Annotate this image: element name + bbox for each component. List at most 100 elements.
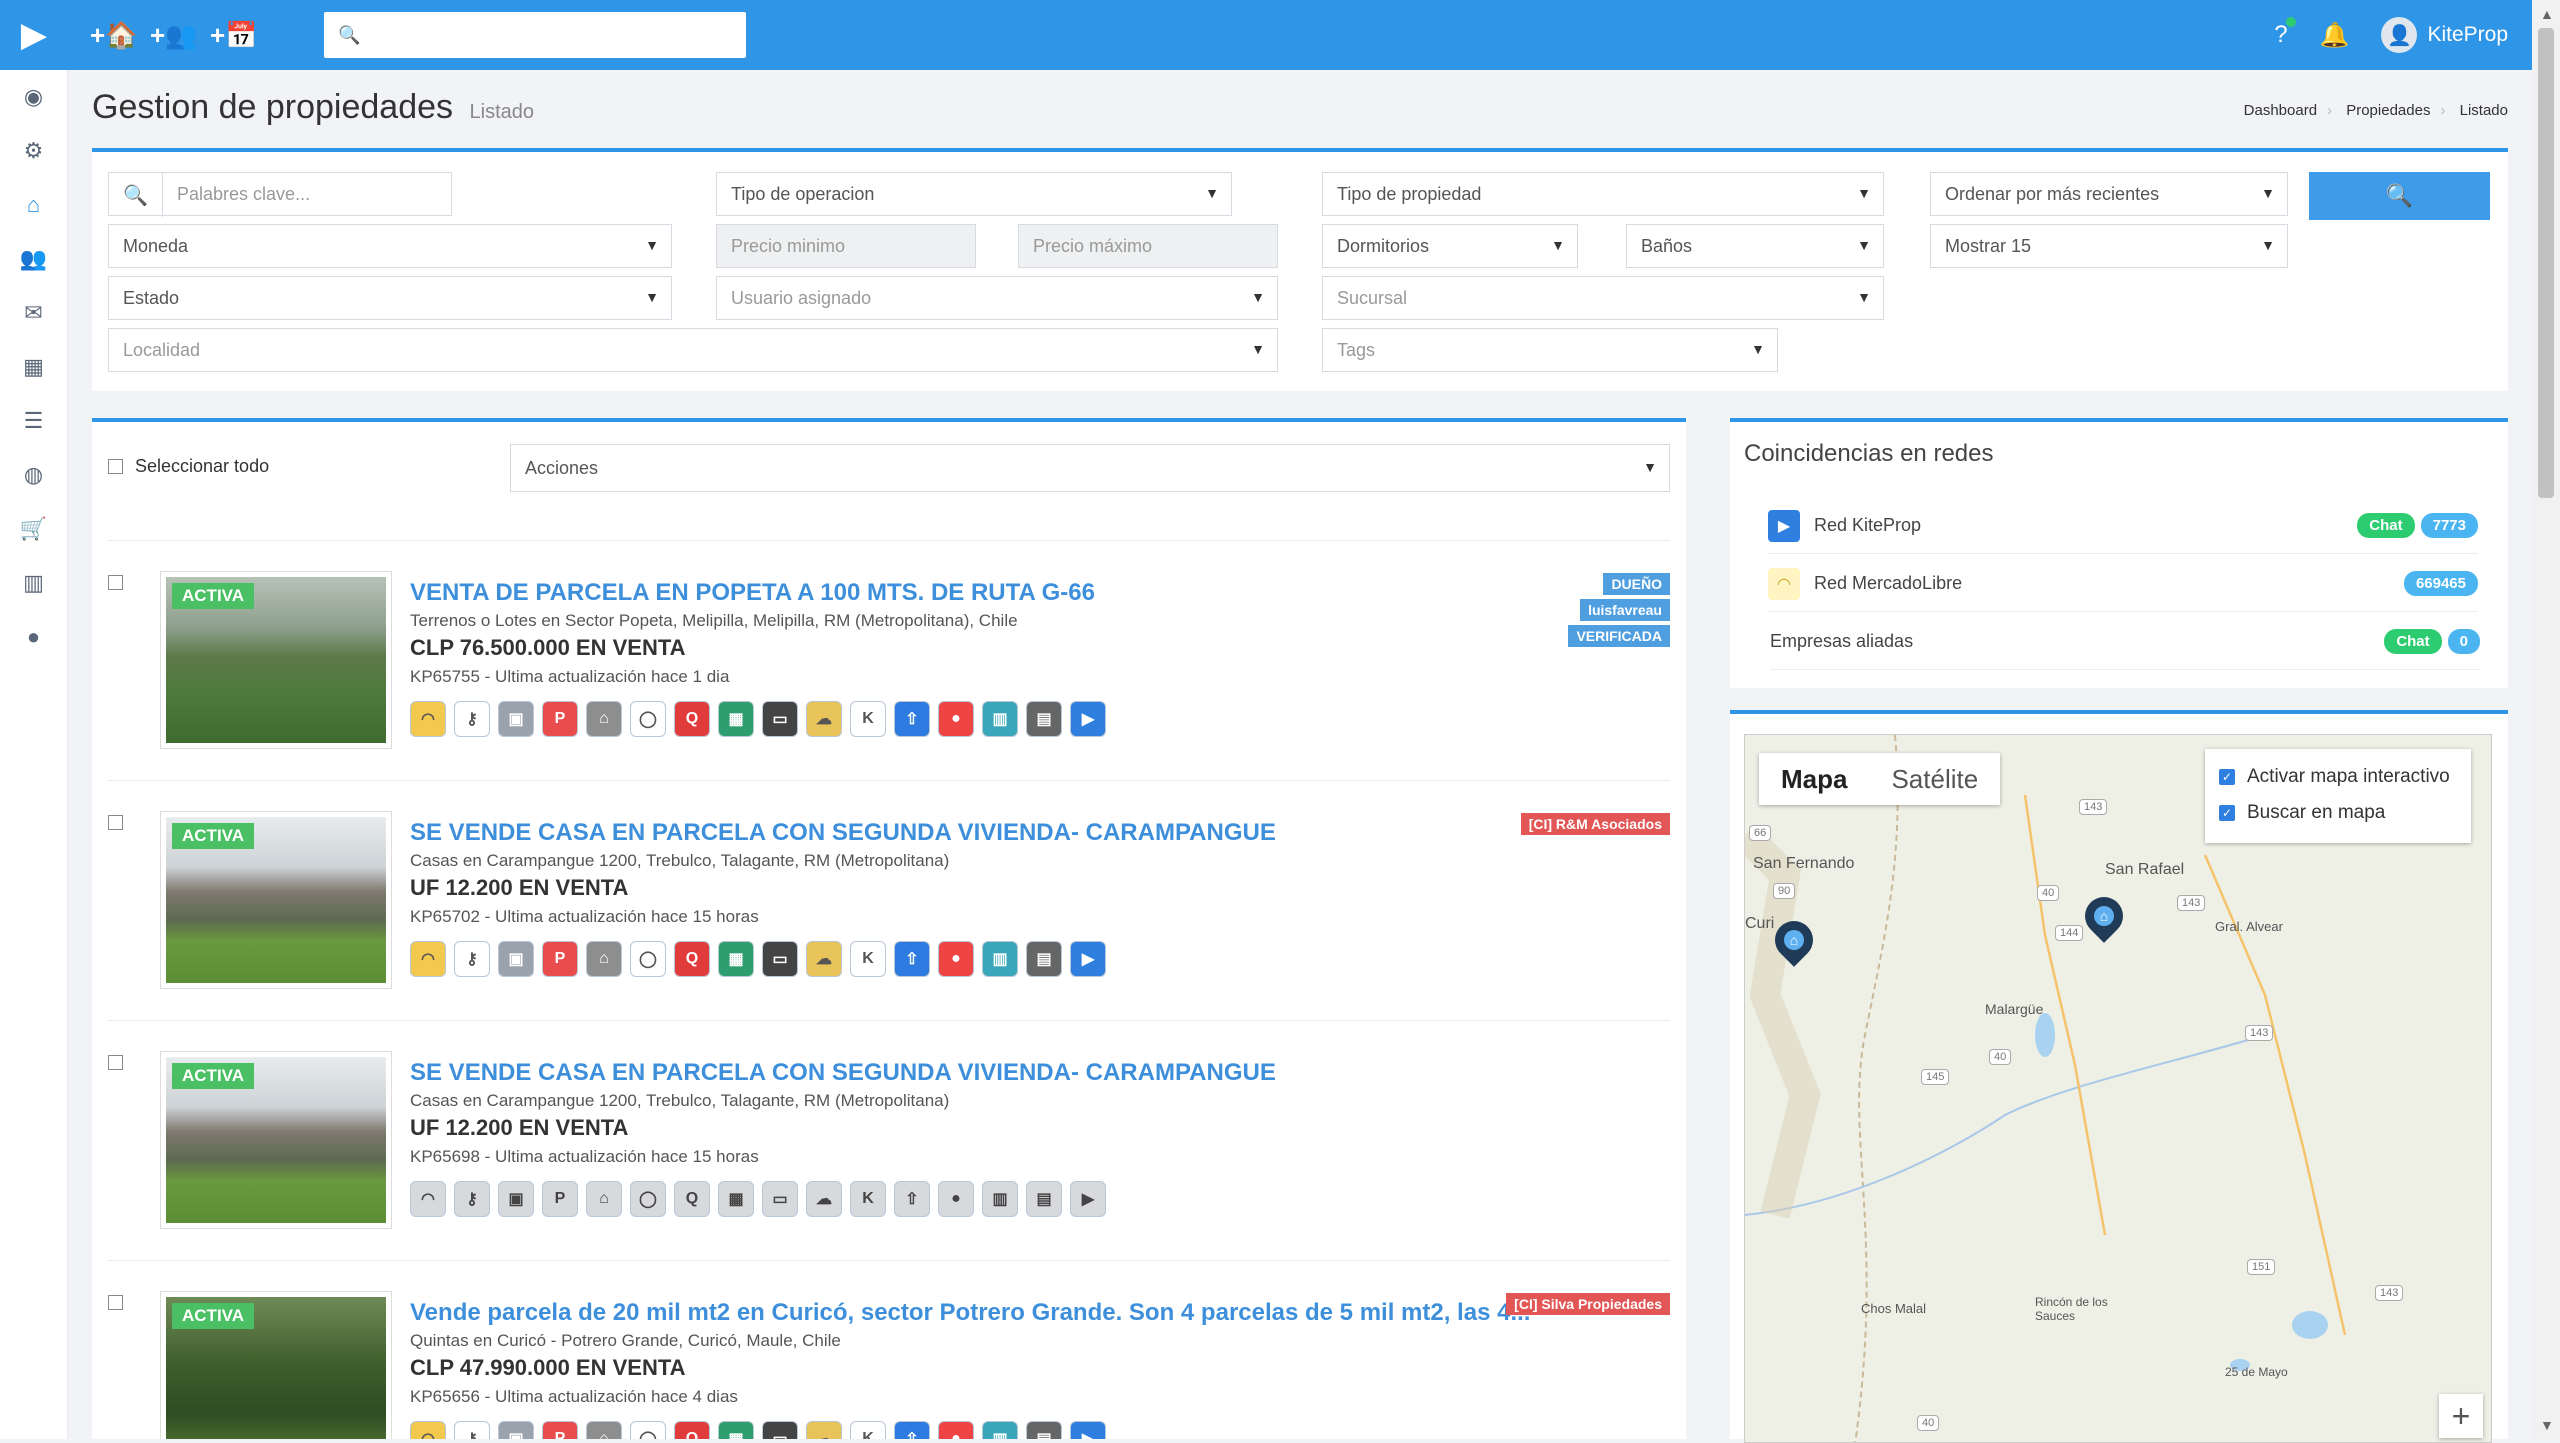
house-portal-icon[interactable]: ⌂: [586, 1181, 622, 1217]
k-icon[interactable]: K: [850, 1421, 886, 1439]
network-row-empresas[interactable]: Empresas aliadas Chat 0: [1770, 614, 2480, 670]
user-name[interactable]: KiteProp: [2427, 23, 2508, 47]
select-all[interactable]: Seleccionar todo: [108, 456, 269, 477]
zoom-in-button[interactable]: +: [2439, 1394, 2483, 1438]
operation-type-select[interactable]: Tipo de operacion ▼: [716, 172, 1232, 216]
building-portal-icon[interactable]: ▥: [982, 1181, 1018, 1217]
q-icon[interactable]: Q: [674, 1421, 710, 1439]
check-icon[interactable]: ✓: [2219, 769, 2235, 785]
p-icon[interactable]: P: [542, 1421, 578, 1439]
key-icon[interactable]: ⚷: [454, 1421, 490, 1439]
page-size-select[interactable]: Mostrar 15 ▼: [1930, 224, 2288, 268]
k-icon[interactable]: K: [850, 941, 886, 977]
search-in-map-toggle[interactable]: ✓ Buscar en mapa: [2219, 795, 2457, 831]
dialog-icon[interactable]: ▤: [1026, 701, 1062, 737]
settings-icon[interactable]: ⚙: [0, 124, 67, 178]
cart-icon[interactable]: 🛒: [0, 502, 67, 556]
p-icon[interactable]: P: [542, 1181, 578, 1217]
tv-icon[interactable]: ▭: [762, 1421, 798, 1439]
globe-icon[interactable]: ◍: [0, 448, 67, 502]
circle-portal-icon[interactable]: ◯: [630, 1181, 666, 1217]
property-type-select[interactable]: Tipo de propiedad ▼: [1322, 172, 1884, 216]
tv-icon[interactable]: ▭: [762, 701, 798, 737]
grid-portal-icon[interactable]: ▦: [718, 701, 754, 737]
building-portal-icon[interactable]: ▥: [982, 941, 1018, 977]
key-icon[interactable]: ⚷: [454, 701, 490, 737]
grid-portal-icon[interactable]: ▦: [718, 1421, 754, 1439]
kiteprop-portal-icon[interactable]: ▶: [1070, 941, 1106, 977]
chat-badge[interactable]: Chat: [2357, 513, 2415, 538]
interactive-map-toggle[interactable]: ✓ Activar mapa interactivo: [2219, 759, 2457, 795]
search-button[interactable]: 🔍: [2309, 172, 2490, 220]
sort-select[interactable]: Ordenar por más recientes ▼: [1930, 172, 2288, 216]
home-icon[interactable]: ⌂: [0, 178, 67, 232]
tv-icon[interactable]: ▭: [762, 941, 798, 977]
user-avatar[interactable]: 👤: [2381, 17, 2418, 53]
circle-portal-icon[interactable]: ◯: [630, 1421, 666, 1439]
notifications-bell-icon[interactable]: 🔔: [2320, 21, 2350, 50]
arrow-up-portal-icon[interactable]: ⇧: [894, 1421, 930, 1439]
add-contact-button[interactable]: +👥: [150, 20, 198, 51]
property-title-link[interactable]: SE VENDE CASA EN PARCELA CON SEGUNDA VIV…: [410, 819, 1276, 847]
global-search-input[interactable]: 🔍: [324, 12, 746, 58]
mercadolibre-icon[interactable]: ◠: [410, 1421, 446, 1439]
check-icon[interactable]: ✓: [2219, 805, 2235, 821]
mail-icon[interactable]: ✉: [0, 286, 67, 340]
keywords-input[interactable]: 🔍 Palabres clave...: [108, 172, 452, 217]
house-portal-icon[interactable]: ⌂: [586, 701, 622, 737]
breadcrumb-dashboard[interactable]: Dashboard: [2244, 102, 2317, 119]
select-all-checkbox[interactable]: [108, 459, 123, 474]
assigned-user-select[interactable]: Usuario asignado ▼: [716, 276, 1278, 320]
circle-portal-icon[interactable]: ◯: [630, 701, 666, 737]
status-select[interactable]: Estado ▼: [108, 276, 672, 320]
k-icon[interactable]: K: [850, 701, 886, 737]
property-title-link[interactable]: Vende parcela de 20 mil mt2 en Curicó, s…: [410, 1299, 1530, 1327]
camera-icon[interactable]: ▣: [498, 701, 534, 737]
house-portal-icon[interactable]: ⌂: [586, 1421, 622, 1439]
network-row-kiteprop[interactable]: ▶ Red KiteProp Chat 7773: [1768, 498, 2478, 554]
tags-select[interactable]: Tags ▼: [1322, 328, 1778, 372]
building-portal-icon[interactable]: ▥: [982, 1421, 1018, 1439]
person-icon[interactable]: ●: [0, 610, 67, 664]
house-portal-icon[interactable]: ⌂: [586, 941, 622, 977]
cloud-icon[interactable]: ☁: [806, 1421, 842, 1439]
kiteprop-portal-icon[interactable]: ▶: [1070, 1181, 1106, 1217]
tv-icon[interactable]: ▭: [762, 1181, 798, 1217]
cloud-icon[interactable]: ☁: [806, 701, 842, 737]
list-icon[interactable]: ☰: [0, 394, 67, 448]
currency-select[interactable]: Moneda ▼: [108, 224, 672, 268]
property-checkbox[interactable]: [108, 575, 123, 590]
p-icon[interactable]: P: [542, 701, 578, 737]
arrow-up-portal-icon[interactable]: ⇧: [894, 941, 930, 977]
property-title-link[interactable]: VENTA DE PARCELA EN POPETA A 100 MTS. DE…: [410, 579, 1095, 607]
property-checkbox[interactable]: [108, 1055, 123, 1070]
kiteprop-portal-icon[interactable]: ▶: [1070, 1421, 1106, 1439]
min-price-input[interactable]: Precio minimo: [716, 224, 976, 268]
help-icon[interactable]: ?: [2274, 17, 2296, 49]
scrollbar-thumb[interactable]: [2538, 28, 2554, 498]
dialog-icon[interactable]: ▤: [1026, 1421, 1062, 1439]
p-icon[interactable]: P: [542, 941, 578, 977]
bedrooms-select[interactable]: Dormitorios ▼: [1322, 224, 1578, 268]
dashboard-icon[interactable]: ◉: [0, 70, 67, 124]
tab-satellite[interactable]: Satélite: [1869, 753, 2000, 805]
record-icon[interactable]: ●: [938, 1421, 974, 1439]
q-icon[interactable]: Q: [674, 701, 710, 737]
grid-portal-icon[interactable]: ▦: [718, 941, 754, 977]
record-icon[interactable]: ●: [938, 1181, 974, 1217]
building-icon[interactable]: ▥: [0, 556, 67, 610]
cloud-icon[interactable]: ☁: [806, 1181, 842, 1217]
circle-portal-icon[interactable]: ◯: [630, 941, 666, 977]
users-icon[interactable]: 👥: [0, 232, 67, 286]
property-checkbox[interactable]: [108, 1295, 123, 1310]
add-property-button[interactable]: +🏠: [90, 20, 138, 51]
max-price-input[interactable]: Precio máximo: [1018, 224, 1278, 268]
page-scrollbar[interactable]: ▲ ▼: [2532, 0, 2560, 1439]
q-icon[interactable]: Q: [674, 941, 710, 977]
camera-icon[interactable]: ▣: [498, 1421, 534, 1439]
calendar-icon[interactable]: ▦: [0, 340, 67, 394]
cloud-icon[interactable]: ☁: [806, 941, 842, 977]
key-icon[interactable]: ⚷: [454, 1181, 490, 1217]
dialog-icon[interactable]: ▤: [1026, 941, 1062, 977]
k-icon[interactable]: K: [850, 1181, 886, 1217]
